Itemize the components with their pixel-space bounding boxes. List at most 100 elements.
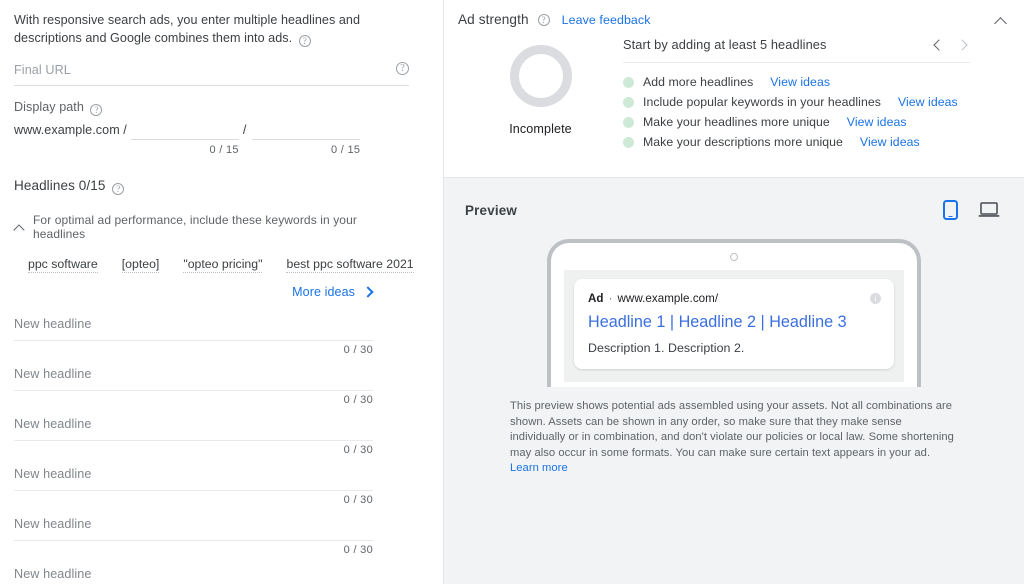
display-path-segment-2[interactable]: 0 / 15 — [252, 122, 360, 156]
ad-display-url: www.example.com/ — [617, 292, 718, 305]
keyword-chip[interactable]: "opteo pricing" — [183, 257, 262, 273]
headline-input[interactable]: New headline — [14, 361, 373, 391]
phone-camera-icon — [730, 253, 738, 261]
ad-strength-carousel-title: Start by adding at least 5 headlines — [623, 37, 827, 52]
status-dot-icon — [623, 137, 634, 148]
display-path-row: www.example.com / 0 / 15 / 0 / 15 — [14, 122, 409, 156]
keyword-suggestion-banner[interactable]: For optimal ad performance, include thes… — [14, 213, 409, 241]
display-path-label-row: Display path ? — [14, 100, 409, 116]
intro-description: With responsive search ads, you enter mu… — [14, 11, 409, 47]
view-ideas-link[interactable]: View ideas — [847, 115, 907, 129]
suggestion-text: Add more headlines — [643, 75, 753, 89]
headline-placeholder: New headline — [14, 317, 92, 331]
display-path-input-2[interactable] — [252, 122, 360, 140]
display-path-segment-1[interactable]: 0 / 15 — [131, 122, 239, 156]
ad-form-panel: With responsive search ads, you enter mu… — [0, 0, 444, 584]
ad-preview-description: Description 1. Description 2. — [588, 341, 880, 355]
headline-placeholder: New headline — [14, 367, 92, 381]
final-url-input[interactable]: Final URL — [14, 61, 409, 86]
view-ideas-link[interactable]: View ideas — [770, 75, 830, 89]
headline-input[interactable]: New headline — [14, 511, 373, 541]
status-dot-icon — [623, 77, 634, 88]
mobile-device-icon[interactable] — [943, 200, 958, 220]
phone-mockup: Ad · www.example.com/ i Headline 1 | Hea… — [547, 239, 921, 387]
suggestion-item: Make your descriptions more unique View … — [623, 132, 970, 152]
headline-input-list: New headline 0 / 30 New headline 0 / 30 … — [14, 311, 409, 584]
ad-strength-carousel-header: Start by adding at least 5 headlines — [623, 37, 970, 63]
final-url-help-icon[interactable]: ? — [396, 62, 409, 75]
display-path-label: Display path — [14, 100, 84, 114]
status-dot-icon — [623, 97, 634, 108]
display-path-counter-1: 0 / 15 — [131, 144, 239, 156]
info-icon[interactable]: i — [870, 293, 881, 304]
headline-counter: 0 / 30 — [14, 341, 373, 361]
chevron-right-icon[interactable] — [363, 287, 373, 297]
ad-preview-card: Ad · www.example.com/ i Headline 1 | Hea… — [574, 279, 894, 369]
ad-separator: · — [609, 292, 613, 305]
final-url-field[interactable]: Final URL ? — [14, 61, 409, 86]
ad-strength-content: Start by adding at least 5 headlines Add… — [623, 37, 1010, 152]
headline-row: New headline 0 / 30 — [14, 461, 409, 511]
headline-input[interactable]: New headline — [14, 561, 373, 584]
suggestion-item: Add more headlines View ideas — [623, 72, 970, 92]
headline-placeholder: New headline — [14, 417, 92, 431]
phone-mockup-wrap: Ad · www.example.com/ i Headline 1 | Hea… — [444, 239, 1024, 387]
headlines-section-title-row: Headlines 0/15 ? — [14, 178, 409, 195]
keyword-chip[interactable]: best ppc software 2021 — [286, 257, 413, 273]
leave-feedback-link[interactable]: Leave feedback — [562, 13, 651, 27]
preview-disclaimer-text: This preview shows potential ads assembl… — [510, 400, 954, 459]
headline-counter: 0 / 30 — [14, 441, 373, 461]
desktop-device-icon[interactable] — [978, 201, 1000, 219]
phone-screen: Ad · www.example.com/ i Headline 1 | Hea… — [564, 270, 904, 382]
display-path-separator: / — [239, 122, 249, 137]
chevron-up-collapse-icon[interactable] — [994, 14, 1008, 28]
view-ideas-link[interactable]: View ideas — [898, 95, 958, 109]
keyword-chip[interactable]: ppc software — [28, 257, 98, 273]
headline-input[interactable]: New headline — [14, 311, 373, 341]
headline-row: New headline 0 / 30 — [14, 361, 409, 411]
keyword-chip-list: ppc software [opteo] "opteo pricing" bes… — [14, 257, 409, 273]
suggestion-item: Include popular keywords in your headlin… — [623, 92, 970, 112]
status-dot-icon — [623, 117, 634, 128]
right-column: Ad strength ? Leave feedback Incomplete … — [444, 0, 1024, 584]
chevron-up-icon[interactable] — [14, 222, 25, 233]
headline-placeholder: New headline — [14, 567, 92, 581]
suggestion-item: Make your headlines more unique View ide… — [623, 112, 970, 132]
headline-row: New headline 0 / 30 — [14, 311, 409, 361]
ad-strength-body: Incomplete Start by adding at least 5 he… — [458, 37, 1010, 152]
headline-counter: 0 / 30 — [14, 391, 373, 411]
more-ideas-row: More ideas — [14, 285, 409, 299]
headline-input[interactable]: New headline — [14, 411, 373, 441]
chevron-left-icon[interactable] — [932, 38, 944, 52]
learn-more-link[interactable]: Learn more — [510, 462, 568, 474]
ad-strength-card: Ad strength ? Leave feedback Incomplete … — [444, 0, 1024, 178]
chevron-right-icon[interactable] — [958, 38, 970, 52]
ad-strength-status: Incomplete — [509, 122, 572, 136]
keyword-banner-text: For optimal ad performance, include thes… — [33, 213, 409, 241]
display-path-input-1[interactable] — [131, 122, 239, 140]
preview-disclaimer: This preview shows potential ads assembl… — [510, 399, 958, 477]
final-url-placeholder: Final URL — [14, 63, 71, 77]
ad-strength-ring-icon — [510, 45, 572, 107]
ad-preview-headline[interactable]: Headline 1 | Headline 2 | Headline 3 — [588, 313, 880, 332]
carousel-arrows — [932, 38, 970, 52]
preview-title: Preview — [465, 203, 517, 218]
display-path-counter-2: 0 / 15 — [252, 144, 360, 156]
suggestion-text: Include popular keywords in your headlin… — [643, 95, 881, 109]
headline-counter: 0 / 30 — [14, 541, 373, 561]
ad-strength-suggestion-list: Add more headlines View ideas Include po… — [623, 63, 970, 152]
headline-input[interactable]: New headline — [14, 461, 373, 491]
headlines-help-icon[interactable]: ? — [112, 183, 124, 195]
more-ideas-link[interactable]: More ideas — [292, 285, 355, 299]
headline-placeholder: New headline — [14, 467, 92, 481]
display-path-help-icon[interactable]: ? — [90, 104, 102, 116]
headline-placeholder: New headline — [14, 517, 92, 531]
ad-strength-gauge: Incomplete — [458, 37, 623, 152]
headline-row: New headline 0 / 30 — [14, 511, 409, 561]
ad-strength-help-icon[interactable]: ? — [538, 14, 550, 26]
ad-strength-title: Ad strength — [458, 12, 529, 27]
help-icon[interactable]: ? — [299, 35, 311, 47]
headline-row: New headline 0 / 30 — [14, 561, 409, 584]
view-ideas-link[interactable]: View ideas — [860, 135, 920, 149]
keyword-chip[interactable]: [opteo] — [122, 257, 160, 273]
